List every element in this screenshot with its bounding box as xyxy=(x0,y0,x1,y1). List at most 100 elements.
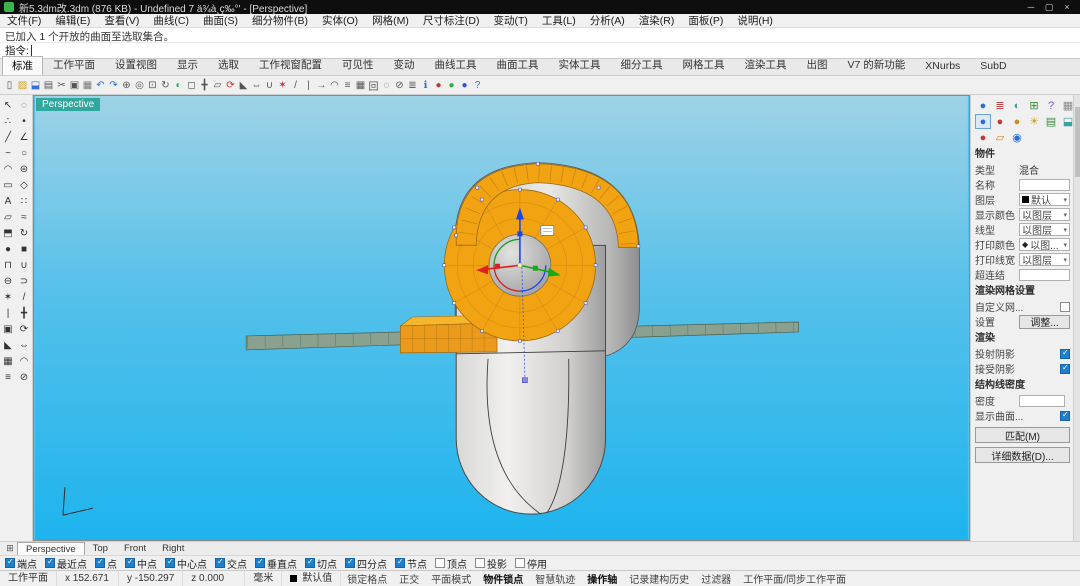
open-file-icon[interactable]: ▨ xyxy=(16,77,29,94)
osnap-toggle[interactable]: 中心点 xyxy=(165,556,207,571)
osnap-toggle[interactable]: 最近点 xyxy=(45,556,87,571)
print-width-dropdown[interactable]: 以图层▾ xyxy=(1019,253,1070,266)
ribbon-tab[interactable]: V7 的新功能 xyxy=(838,55,916,75)
sun-panel-icon[interactable]: ☀ xyxy=(1026,114,1042,129)
scrollbar-thumb[interactable] xyxy=(1075,107,1080,177)
menu-item[interactable]: 编辑(E) xyxy=(48,13,97,28)
curve-icon[interactable]: ~ xyxy=(0,145,16,161)
ribbon-tab[interactable]: 出图 xyxy=(797,55,838,75)
join-icon[interactable]: ⊃ xyxy=(16,273,32,289)
ribbon-tab[interactable]: 曲线工具 xyxy=(425,55,487,75)
gumball-x-scale-handle[interactable] xyxy=(495,264,500,269)
status-toggle[interactable]: 物件锁点 xyxy=(477,571,529,586)
menu-item[interactable]: 曲线(C) xyxy=(146,13,196,28)
menu-item[interactable]: 尺寸标注(D) xyxy=(416,13,487,28)
maximize-button[interactable]: ▢ xyxy=(1040,2,1058,13)
boolean-union-icon[interactable]: ∪ xyxy=(16,257,32,273)
ellipse-icon[interactable]: ⊜ xyxy=(16,161,32,177)
ribbon-tab[interactable]: SubD xyxy=(970,58,1016,75)
viewport-layout-icon[interactable]: ⊞ xyxy=(3,543,17,554)
panel-scrollbar[interactable] xyxy=(1073,95,1080,541)
ground-plane-panel-icon[interactable]: ▱ xyxy=(992,130,1008,145)
rectangle-icon[interactable]: ▭ xyxy=(0,177,16,193)
offset-icon[interactable]: ≡ xyxy=(341,77,354,94)
explode-icon[interactable]: ✶ xyxy=(0,289,16,305)
menu-item[interactable]: 工具(L) xyxy=(535,13,583,28)
status-toggle[interactable]: 正交 xyxy=(393,571,425,586)
redo-icon[interactable]: ↷ xyxy=(107,77,120,94)
render-sphere-red-icon[interactable]: ● xyxy=(432,77,445,94)
layers-panel-icon[interactable]: ≣ xyxy=(992,98,1008,113)
osnap-toggle[interactable]: 垂直点 xyxy=(255,556,297,571)
array-icon[interactable]: ▦ xyxy=(354,77,367,94)
viewport-title[interactable]: Perspective xyxy=(36,98,100,111)
environment-panel-icon[interactable]: ● xyxy=(992,114,1008,129)
show-surface-isocurves-checkbox[interactable] xyxy=(1060,411,1070,421)
move-icon[interactable]: ╋ xyxy=(198,77,211,94)
polygon-icon[interactable]: ◇ xyxy=(16,177,32,193)
cylinder-icon[interactable]: ⊓ xyxy=(0,257,16,273)
paste-icon[interactable]: ▦ xyxy=(81,77,94,94)
ribbon-tab[interactable]: 工作平面 xyxy=(43,55,105,75)
status-toggle[interactable]: 记录建构历史 xyxy=(623,571,695,586)
loft-surface-icon[interactable]: ≈ xyxy=(16,209,32,225)
gumball-y-scale-handle[interactable] xyxy=(533,266,538,271)
status-toggle[interactable]: 操作轴 xyxy=(581,571,623,586)
details-button[interactable]: 详细数据(D)... xyxy=(975,447,1070,463)
osnap-toggle[interactable]: 端点 xyxy=(5,556,37,571)
trim-icon[interactable]: / xyxy=(289,77,302,94)
zoom-extents-icon[interactable]: ◎ xyxy=(133,77,146,94)
units-pane[interactable]: 毫米 xyxy=(245,571,282,586)
lasso-select-icon[interactable]: ◌ xyxy=(16,97,32,113)
zoom-window-icon[interactable]: ⊡ xyxy=(146,77,159,94)
cut-icon[interactable]: ✂ xyxy=(55,77,68,94)
points-on-icon[interactable]: ∷ xyxy=(16,193,32,209)
osnap-toggle[interactable]: 点 xyxy=(95,556,117,571)
display-color-dropdown[interactable]: 以图层▾ xyxy=(1019,208,1070,221)
rotate-view-icon[interactable]: ↻ xyxy=(159,77,172,94)
shaded-view-icon[interactable]: ◐ xyxy=(172,77,185,94)
texture-panel-icon[interactable]: ● xyxy=(1009,114,1025,129)
osnap-toggle[interactable]: 停用 xyxy=(515,556,547,571)
print-color-dropdown[interactable]: ◆以图...▾ xyxy=(1019,238,1070,251)
focal-blur-panel-icon[interactable]: ◉ xyxy=(1009,130,1025,145)
arc-icon[interactable]: ◠ xyxy=(0,161,16,177)
mirror-icon[interactable]: ⇔ xyxy=(16,337,32,353)
ribbon-tab[interactable]: 显示 xyxy=(167,55,208,75)
match-button[interactable]: 匹配(M) xyxy=(975,427,1070,443)
viewport-tab[interactable]: Perspective xyxy=(17,542,85,555)
sphere-icon[interactable]: ● xyxy=(0,241,16,257)
osnap-toggle[interactable]: 四分点 xyxy=(345,556,387,571)
copy-object-icon[interactable]: ▣ xyxy=(0,321,16,337)
gumball-z-scale-handle[interactable] xyxy=(517,231,522,236)
rotate-icon[interactable]: ⟳ xyxy=(224,77,237,94)
copy-icon[interactable]: ▣ xyxy=(68,77,81,94)
ribbon-tab[interactable]: 网格工具 xyxy=(673,55,735,75)
menu-item[interactable]: 说明(H) xyxy=(730,13,780,28)
help-icon[interactable]: ? xyxy=(471,77,484,94)
ribbon-tab[interactable]: 设置视图 xyxy=(105,55,167,75)
ribbon-tab[interactable]: 可见性 xyxy=(332,55,384,75)
menu-item[interactable]: 面板(P) xyxy=(681,13,730,28)
linetype-dropdown[interactable]: 以图层▾ xyxy=(1019,223,1070,236)
menu-item[interactable]: 变动(T) xyxy=(487,13,535,28)
menu-item[interactable]: 实体(O) xyxy=(315,13,365,28)
minimize-button[interactable]: ─ xyxy=(1022,2,1040,12)
render-panel-icon[interactable]: ● xyxy=(975,130,991,145)
menu-item[interactable]: 查看(V) xyxy=(97,13,146,28)
wireframe-view-icon[interactable]: ◻ xyxy=(185,77,198,94)
undo-icon[interactable]: ↶ xyxy=(94,77,107,94)
new-file-icon[interactable]: ▯ xyxy=(3,77,16,94)
close-button[interactable]: × xyxy=(1058,2,1076,12)
cplane-button[interactable]: 工作平面 xyxy=(0,571,57,586)
active-layer-pane[interactable]: 默认值 xyxy=(282,571,341,586)
menu-item[interactable]: 分析(A) xyxy=(583,13,632,28)
pan-view-icon[interactable]: ⊕ xyxy=(120,77,133,94)
ribbon-tab[interactable]: 标准 xyxy=(2,56,43,75)
boolean-difference-icon[interactable]: ⊖ xyxy=(0,273,16,289)
status-toggle[interactable]: 工作平面/同步工作平面 xyxy=(737,571,852,586)
status-toggle[interactable]: 过滤器 xyxy=(695,571,737,586)
scale-icon[interactable]: ◣ xyxy=(0,337,16,353)
join-icon[interactable]: ∪ xyxy=(263,77,276,94)
layer-dropdown[interactable]: 默认▾ xyxy=(1019,193,1070,206)
